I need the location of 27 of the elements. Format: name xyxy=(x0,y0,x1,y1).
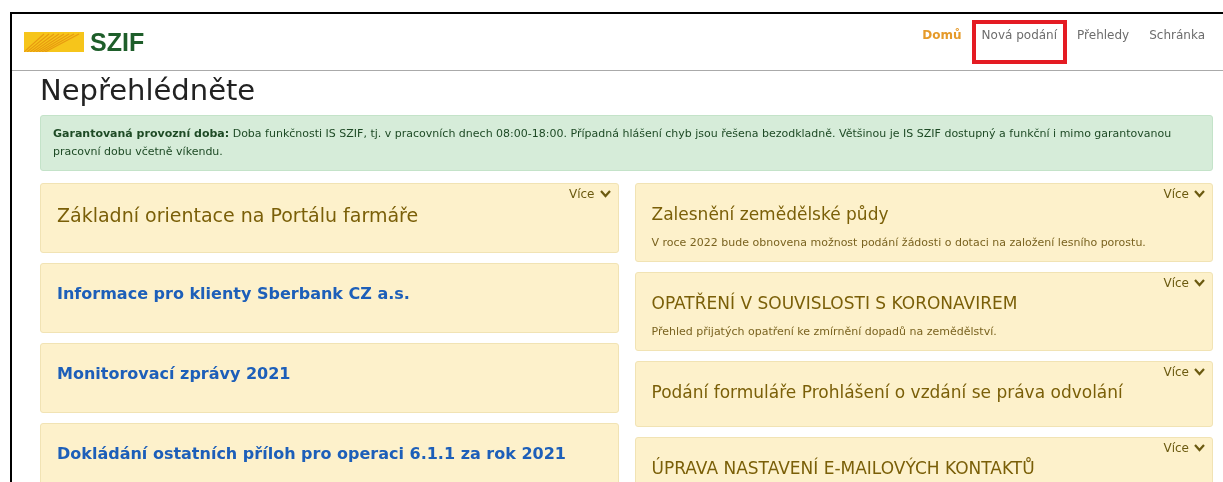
chevron-icon xyxy=(1194,190,1205,199)
notice-banner: Garantovaná provozní doba: Doba funkčnosti IS SZIF, tj. v pracovních dnech 08:00-18:00. Případná hlášení chyb jsou řešena bezodkladně. Většinou je IS SZIF dostupný a funkční i mimo garantovanou pracovní dobu včetně víkendu. xyxy=(40,115,1213,172)
card-title: OPATŘENÍ V SOUVISLOSTI S KORONAVIREM xyxy=(651,293,1019,314)
card-text: V roce 2022 bude obnovena možnost podání žádosti o dotaci na založení lesního porostu. xyxy=(651,236,1147,250)
more-button[interactable]: Více xyxy=(568,187,611,202)
more-button[interactable]: Více xyxy=(1163,187,1205,202)
chevron-icon xyxy=(1194,444,1205,453)
nav-link[interactable]: Nová podání xyxy=(971,20,1068,64)
card-title: Podání formuláře Prohlášení o vzdání se práva odvolání xyxy=(651,382,1124,403)
card-text: Přehled přijatých opatření ke zmírnění dopadů na zemědělství. xyxy=(651,325,998,339)
card-title: Zalesnění zemědělské půdy xyxy=(651,204,890,225)
more-button[interactable]: Více xyxy=(1163,276,1205,291)
card-link[interactable]: Dokládání ostatních příloh pro operaci 6.1.1 za rok 2021 xyxy=(57,444,602,464)
logo-icon xyxy=(24,32,84,52)
card-link[interactable]: Informace pro klienty Sberbank CZ a.s. xyxy=(57,284,602,304)
logo-text[interactable]: SZIF xyxy=(90,27,145,57)
nav-link[interactable]: Přehledy xyxy=(1067,20,1140,64)
card-title: Základní orientace na Portálu farmáře xyxy=(57,204,420,227)
more-button[interactable]: Více xyxy=(1163,441,1205,456)
card-title: ÚPRAVA NASTAVENÍ E-MAILOVÝCH KONTAKTŮ xyxy=(651,458,1036,479)
card-link[interactable]: Monitorovací zprávy 2021 xyxy=(57,364,602,384)
chevron-icon xyxy=(1194,279,1205,288)
nav-link[interactable]: Schránka xyxy=(1139,20,1215,64)
more-button[interactable]: Více xyxy=(1163,365,1205,380)
chevron-icon xyxy=(599,190,611,199)
chevron-icon xyxy=(1194,368,1205,377)
page-title: Nepřehlédněte xyxy=(40,73,257,107)
